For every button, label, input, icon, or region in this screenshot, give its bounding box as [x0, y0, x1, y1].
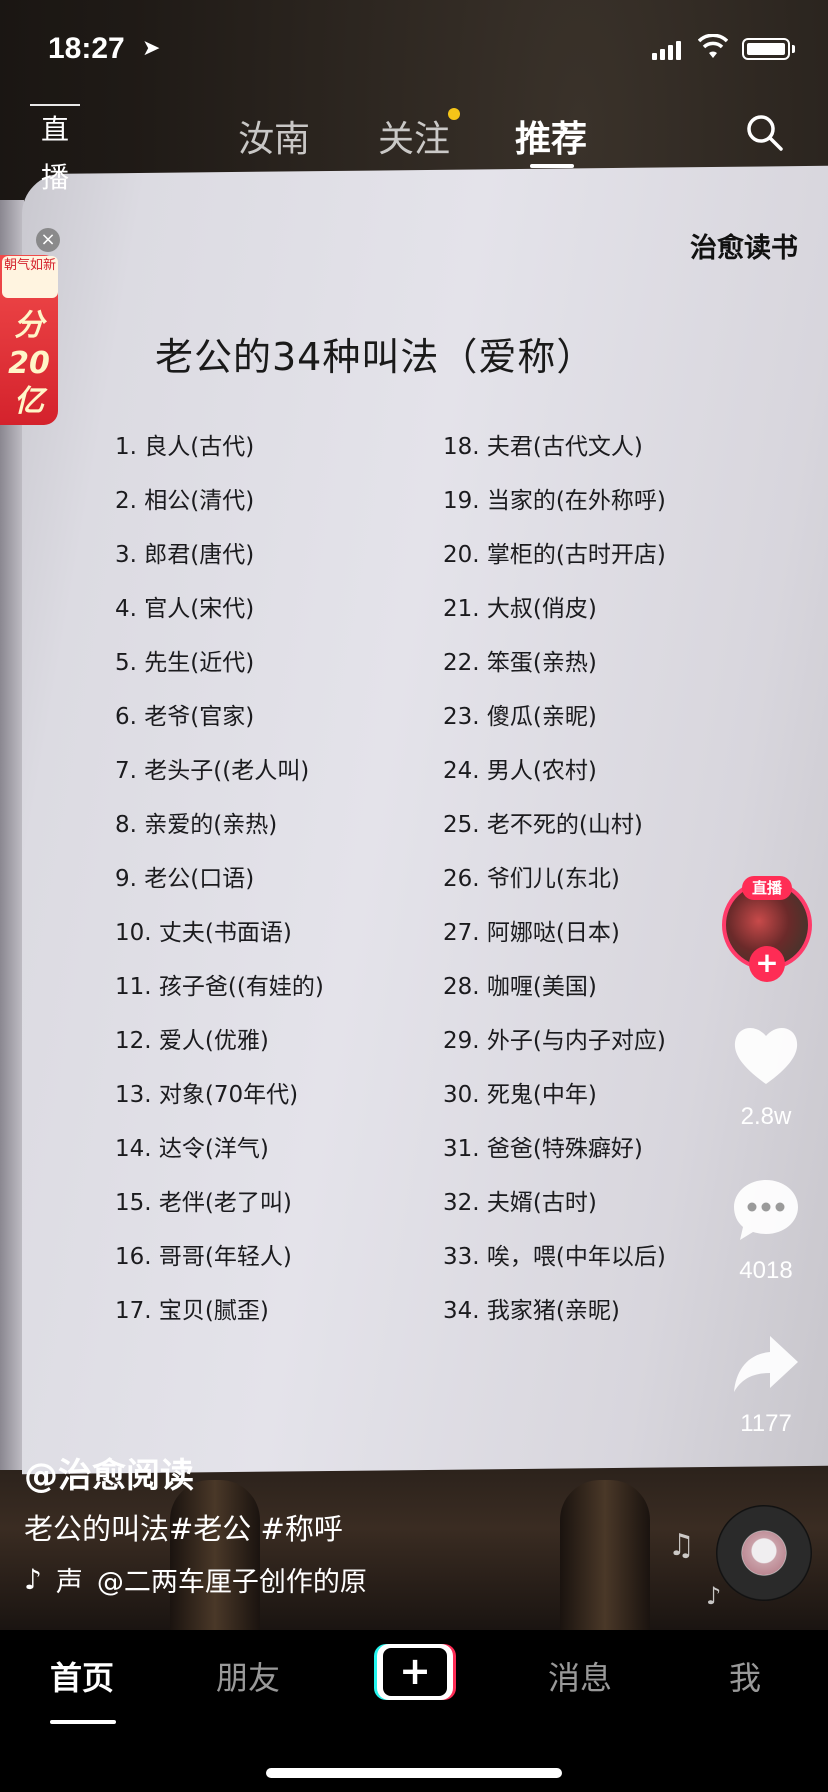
list-item: 7. 老头子((老人叫)	[115, 758, 310, 784]
author-handle[interactable]: @治愈阅读	[24, 1448, 194, 1497]
list-item: 24. 男人(农村)	[443, 758, 597, 784]
nav-home[interactable]: 首页	[50, 1653, 114, 1699]
status-time: 18:27	[48, 32, 125, 65]
music-title: @二两车厘子创作的原	[96, 1567, 367, 1598]
create-button[interactable]: +	[374, 1644, 456, 1700]
list-item: 22. 笨蛋(亲热)	[443, 650, 597, 676]
list-item: 28. 咖喱(美国)	[443, 974, 597, 1000]
promo-line: 20	[8, 346, 50, 381]
nav-me[interactable]: 我	[729, 1653, 761, 1699]
list-item: 34. 我家猪(亲昵)	[443, 1298, 620, 1324]
promo-badge: 朝气如新	[2, 256, 58, 298]
wifi-icon	[698, 34, 728, 58]
list-item: 27. 阿娜哒(日本)	[443, 920, 620, 946]
list-item: 14. 达令(洋气)	[115, 1136, 269, 1162]
nav-active-indicator	[50, 1720, 116, 1724]
list-item: 26. 爷们儿(东北)	[443, 866, 620, 892]
tab-recommended[interactable]: 推荐	[515, 110, 587, 162]
list-item: 11. 孩子爸((有娃的)	[115, 974, 324, 1000]
list-item: 13. 对象(70年代)	[115, 1082, 299, 1108]
list-item: 2. 相公(清代)	[115, 488, 255, 514]
list-item: 33. 唉，喂(中年以后)	[443, 1244, 666, 1270]
list-item: 23. 傻瓜(亲昵)	[443, 704, 597, 730]
music-row[interactable]: ♪ 声 @二两车厘子创作的原	[24, 1560, 367, 1599]
list-item: 5. 先生(近代)	[115, 650, 255, 676]
share-icon[interactable]	[730, 1328, 802, 1400]
close-icon[interactable]: ×	[36, 228, 60, 252]
list-item: 6. 老爷(官家)	[115, 704, 255, 730]
list-item: 4. 官人(宋代)	[115, 596, 255, 622]
list-left-column: 1. 良人(古代) 2. 相公(清代) 3. 郎君(唐代) 4. 官人(宋代) …	[115, 430, 324, 1348]
search-icon[interactable]	[744, 112, 784, 152]
tab-local[interactable]: 汝南	[238, 110, 310, 162]
book-title: 老公的34种叫法（爱称）	[155, 335, 596, 379]
list-item: 3. 郎君(唐代)	[115, 542, 255, 568]
plus-icon: +	[399, 1649, 431, 1693]
list-item: 19. 当家的(在外称呼)	[443, 488, 666, 514]
battery-tip	[792, 45, 795, 53]
list-item: 30. 死鬼(中年)	[443, 1082, 597, 1108]
list-item: 10. 丈夫(书面语)	[115, 920, 292, 946]
list-item: 1. 良人(古代)	[115, 434, 255, 460]
list-item: 20. 掌柜的(古时开店)	[443, 542, 666, 568]
music-disc[interactable]	[716, 1505, 812, 1601]
comment-count: 4018	[739, 1257, 793, 1284]
list-item: 31. 爸爸(特殊癖好)	[443, 1136, 643, 1162]
nav-friends[interactable]: 朋友	[216, 1653, 280, 1699]
list-item: 15. 老伴(老了叫)	[115, 1190, 292, 1216]
list-item: 21. 大叔(俏皮)	[443, 596, 597, 622]
list-item: 32. 夫婿(古时)	[443, 1190, 597, 1216]
tab-following[interactable]: 关注	[378, 110, 450, 162]
like-count: 2.8w	[740, 1103, 792, 1130]
home-indicator[interactable]	[266, 1768, 562, 1778]
music-prefix: 声	[55, 1567, 83, 1598]
list-item: 16. 哥哥(年轻人)	[115, 1244, 292, 1270]
list-item: 17. 宝贝(腻歪)	[115, 1298, 269, 1324]
promo-line: 分	[14, 308, 44, 343]
list-right-column: 18. 夫君(古代文人) 19. 当家的(在外称呼) 20. 掌柜的(古时开店)…	[443, 430, 666, 1348]
book-brand: 治愈读书	[690, 233, 798, 264]
music-note-icon: ♫	[668, 1528, 695, 1563]
share-count: 1177	[740, 1410, 792, 1437]
live-badge: 直播	[742, 876, 792, 900]
comment-icon[interactable]	[730, 1174, 802, 1246]
list-item: 25. 老不死的(山村)	[443, 812, 643, 838]
list-item: 18. 夫君(古代文人)	[443, 434, 643, 460]
list-item: 12. 爱人(优雅)	[115, 1028, 269, 1054]
cellular-signal-icon	[652, 40, 681, 60]
heart-icon[interactable]	[730, 1020, 802, 1092]
nav-messages[interactable]: 消息	[548, 1653, 612, 1699]
live-tv-icon[interactable]: 直播	[30, 104, 80, 194]
status-bar: 18:27 ➤	[0, 0, 828, 100]
list-item: 9. 老公(口语)	[115, 866, 255, 892]
music-note-icon: ♪	[706, 1582, 722, 1610]
active-tab-indicator	[530, 164, 574, 168]
location-arrow-icon: ➤	[142, 36, 161, 61]
list-item: 8. 亲爱的(亲热)	[115, 812, 278, 838]
follow-button[interactable]: +	[749, 946, 785, 982]
tiktok-note-icon: ♪	[24, 1563, 42, 1596]
notification-dot	[448, 108, 460, 120]
list-item: 29. 外子(与内子对应)	[443, 1028, 666, 1054]
promo-line: 亿	[14, 384, 44, 419]
video-caption[interactable]: 老公的叫法#老公 #称呼	[24, 1506, 343, 1548]
battery-icon	[742, 38, 790, 60]
